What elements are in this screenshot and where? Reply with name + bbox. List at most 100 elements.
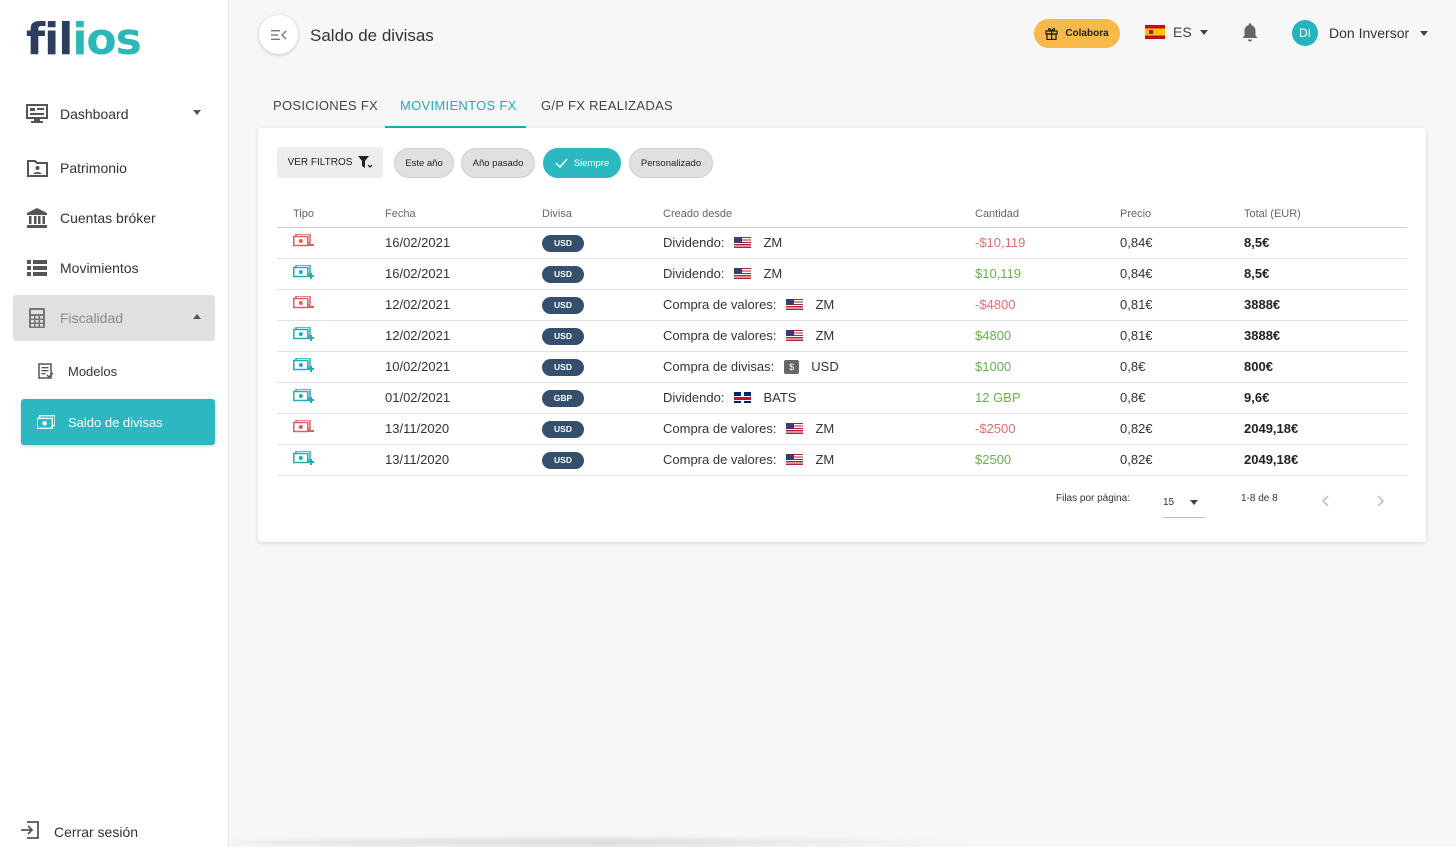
- cell-total: 9,6€: [1244, 382, 1407, 414]
- cell-cantidad: 12 GBP: [975, 382, 1120, 414]
- sidebar-item-fiscalidad[interactable]: Fiscalidad: [13, 295, 215, 341]
- column-header-fecha[interactable]: Fecha: [385, 201, 542, 228]
- cell-cantidad: -$4800: [975, 289, 1120, 321]
- cell-precio: 0,84€: [1120, 227, 1244, 259]
- column-header-creado-desde[interactable]: Creado desde: [663, 201, 975, 228]
- chip-siempre[interactable]: Siempre: [543, 148, 621, 178]
- sidebar-item-patrimonio[interactable]: Patrimonio: [13, 145, 215, 191]
- column-header-total[interactable]: Total (EUR): [1244, 201, 1407, 228]
- dollar-icon: $: [784, 359, 800, 374]
- collapse-menu-button[interactable]: [259, 15, 298, 54]
- chip-ano-pasado[interactable]: Año pasado: [461, 148, 535, 178]
- cell-fecha: 13/11/2020: [385, 413, 542, 445]
- table-row[interactable]: 10/02/2021 USD Compra de divisas: $ USD $1…: [277, 351, 1407, 383]
- cell-cantidad: $2500: [975, 444, 1120, 476]
- caret-down-icon: [1420, 30, 1429, 36]
- cell-cantidad: $1000: [975, 351, 1120, 383]
- cell-origen: Compra de valores:: [663, 297, 777, 312]
- tab-gp-fx-realizadas[interactable]: G/P FX REALIZADAS: [541, 98, 673, 113]
- cell-total: 3888€: [1244, 289, 1407, 321]
- cell-origen: Compra de divisas:: [663, 359, 775, 374]
- show-filters-button[interactable]: VER FILTROS: [277, 147, 383, 178]
- previous-page-button[interactable]: [1321, 494, 1330, 510]
- table-row[interactable]: 13/11/2020 USD Compra de valores: ZM -$25…: [277, 413, 1407, 445]
- sidebar-item-dashboard[interactable]: Dashboard: [13, 91, 215, 137]
- fx-movements-table: Tipo Fecha Divisa Creado desde Cantidad …: [277, 201, 1407, 476]
- usa-flag-icon: [786, 454, 804, 465]
- table-row[interactable]: 12/02/2021 USD Compra de valores: ZM $480…: [277, 320, 1407, 352]
- logout-button[interactable]: Cerrar sesión: [20, 820, 138, 843]
- spain-flag-icon: [1145, 25, 1165, 39]
- usa-flag-icon: [786, 423, 804, 434]
- usa-flag-icon: [734, 268, 752, 279]
- rows-per-page-label: Filas por página:: [1056, 493, 1130, 504]
- sidebar-subitem-saldo-divisas[interactable]: Saldo de divisas: [21, 399, 215, 445]
- list-icon: [26, 257, 48, 279]
- table-row[interactable]: 16/02/2021 USD Dividendo: ZM $10,119 0,84…: [277, 258, 1407, 290]
- cell-total: 2049,18€: [1244, 444, 1407, 476]
- table-row[interactable]: 16/02/2021 USD Dividendo: ZM -$10,119 0,8…: [277, 227, 1407, 259]
- column-header-divisa[interactable]: Divisa: [542, 201, 663, 228]
- colabora-button[interactable]: Colabora: [1034, 19, 1120, 48]
- chevron-left-icon: [1321, 495, 1329, 507]
- cell-activo: ZM: [815, 452, 835, 467]
- table-row[interactable]: 13/11/2020 USD Compra de valores: ZM $250…: [277, 444, 1407, 476]
- show-filters-label: VER FILTROS: [287, 157, 353, 168]
- sidebar-subitem-label: Saldo de divisas: [68, 414, 163, 430]
- cell-activo: ZM: [815, 328, 835, 343]
- tab-movimientos-fx[interactable]: MOVIMIENTOS FX: [400, 98, 517, 113]
- cell-activo: ZM: [815, 421, 835, 436]
- cell-precio: 0,81€: [1120, 320, 1244, 352]
- column-header-precio[interactable]: Precio: [1120, 201, 1244, 228]
- cell-cantidad: -$2500: [975, 413, 1120, 445]
- cell-cantidad: $10,119: [975, 258, 1120, 290]
- sidebar-item-cuentas-broker[interactable]: Cuentas bróker: [13, 195, 215, 241]
- notifications-button[interactable]: [1241, 23, 1259, 48]
- money-out-icon: [293, 419, 314, 433]
- sidebar-item-label: Fiscalidad: [60, 310, 124, 326]
- sidebar-subitem-modelos[interactable]: Modelos: [21, 348, 215, 394]
- user-menu[interactable]: DI Don Inversor: [1292, 20, 1429, 46]
- table-row[interactable]: 01/02/2021 GBP Dividendo: BATS 12 GBP 0,8…: [277, 382, 1407, 414]
- chip-personalizado[interactable]: Personalizado: [629, 148, 713, 178]
- rows-per-page-value: 15: [1163, 497, 1175, 508]
- cell-fecha: 13/11/2020: [385, 444, 542, 476]
- cell-fecha: 10/02/2021: [385, 351, 542, 383]
- table-header-row: Tipo Fecha Divisa Creado desde Cantidad …: [277, 201, 1407, 228]
- bottom-edge-shadow: [229, 838, 989, 847]
- cell-total: 3888€: [1244, 320, 1407, 352]
- language-selector[interactable]: ES: [1145, 24, 1208, 40]
- sidebar-item-movimientos[interactable]: Movimientos: [13, 245, 215, 291]
- cell-precio: 0,82€: [1120, 413, 1244, 445]
- calculator-icon: [26, 307, 48, 329]
- cell-fecha: 01/02/2021: [385, 382, 542, 414]
- bell-icon: [1242, 23, 1258, 42]
- cell-precio: 0,8€: [1120, 351, 1244, 383]
- usa-flag-icon: [734, 237, 752, 248]
- cell-total: 8,5€: [1244, 227, 1407, 259]
- avatar: DI: [1292, 20, 1318, 46]
- colabora-label: Colabora: [1065, 28, 1109, 39]
- filios-logo[interactable]: filios: [26, 14, 142, 65]
- rows-per-page-select[interactable]: 15: [1163, 488, 1205, 518]
- cell-fecha: 12/02/2021: [385, 320, 542, 352]
- logo-text-part2: ios: [72, 14, 141, 65]
- cell-total: 8,5€: [1244, 258, 1407, 290]
- tab-posiciones-fx[interactable]: POSICIONES FX: [273, 98, 378, 113]
- sidebar-item-label: Patrimonio: [60, 160, 127, 176]
- check-icon: [555, 158, 568, 168]
- pagination-range: 1-8 de 8: [1241, 493, 1278, 504]
- chevron-up-icon: [193, 314, 201, 319]
- column-header-tipo[interactable]: Tipo: [277, 201, 385, 228]
- cell-cantidad: $4800: [975, 320, 1120, 352]
- document-check-icon: [37, 363, 55, 379]
- column-header-cantidad[interactable]: Cantidad: [975, 201, 1120, 228]
- movements-card: VER FILTROS Este año Año pasado Siempre …: [258, 128, 1426, 542]
- page-title: Saldo de divisas: [310, 26, 434, 45]
- next-page-button[interactable]: [1376, 494, 1385, 510]
- table-row[interactable]: 12/02/2021 USD Compra de valores: ZM -$48…: [277, 289, 1407, 321]
- currency-badge: USD: [542, 265, 584, 283]
- cell-precio: 0,82€: [1120, 444, 1244, 476]
- chip-este-ano[interactable]: Este año: [394, 148, 454, 178]
- caret-down-icon: [1190, 500, 1199, 505]
